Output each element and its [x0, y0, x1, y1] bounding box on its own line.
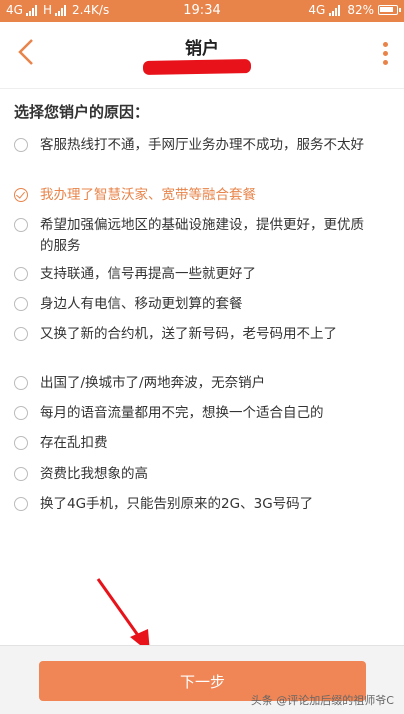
battery-percent: 82%	[347, 3, 374, 17]
reason-option-1[interactable]: 客服热线打不通，手网厅业务办理不成功，服务不太好	[14, 135, 390, 156]
reason-option-4[interactable]: 支持联通，信号再提高一些就更好了	[14, 264, 390, 285]
reason-label: 我办理了智慧沃家、宽带等融合套餐	[40, 187, 256, 203]
reason-option-8[interactable]: 每月的语音流量都用不完，想换一个适合自己的	[14, 403, 390, 424]
radio-icon[interactable]	[14, 376, 28, 390]
battery-icon	[378, 5, 401, 15]
more-button[interactable]	[380, 42, 390, 68]
reason-option-3[interactable]: 希望加强偏远地区的基础设施建设，提供更好，更优质的服务	[14, 215, 390, 257]
bottom-bar: 下一步 头条 @评论加后缀的祖师爷C	[0, 645, 404, 714]
checked-radio-icon[interactable]	[14, 188, 28, 202]
reason-prompt: 选择您销户的原因：	[14, 103, 150, 121]
redaction-mark	[142, 59, 252, 75]
reason-label: 资费比我想象的高	[40, 466, 148, 482]
reason-option-5[interactable]: 身边人有电信、移动更划算的套餐	[14, 294, 390, 315]
signal-icon-right	[329, 4, 343, 16]
reason-option-10[interactable]: 资费比我想象的高	[14, 464, 390, 485]
status-right: 4G 82%	[308, 3, 401, 17]
reason-option-11[interactable]: 换了4G手机，只能告别原来的2G、3G号码了	[14, 494, 390, 515]
reason-option-7[interactable]: 出国了/换城市了/两地奔波，无奈销户	[14, 373, 390, 394]
radio-icon[interactable]	[14, 497, 28, 511]
reason-label: 希望加强偏远地区的基础设施建设，提供更好，更优质的服务	[40, 217, 364, 254]
radio-icon[interactable]	[14, 267, 28, 281]
watermark: 头条 @评论加后缀的祖师爷C	[250, 694, 394, 707]
reason-label: 存在乱扣费	[40, 435, 108, 451]
reason-label: 又换了新的合约机，送了新号码，老号码用不上了	[40, 326, 337, 342]
network-type-right: 4G	[308, 3, 326, 17]
status-bar: 4G H 2.4K/s 19:34 4G 82%	[0, 0, 404, 22]
radio-icon[interactable]	[14, 138, 28, 152]
annotation-arrow-icon	[96, 578, 150, 653]
page-title: 销户	[185, 39, 219, 59]
radio-icon[interactable]	[14, 327, 28, 341]
reason-label: 换了4G手机，只能告别原来的2G、3G号码了	[40, 496, 314, 512]
reason-label: 出国了/换城市了/两地奔波，无奈销户	[40, 375, 266, 391]
radio-icon[interactable]	[14, 467, 28, 481]
reason-label: 每月的语音流量都用不完，想换一个适合自己的	[40, 405, 324, 421]
reason-option-2[interactable]: 我办理了智慧沃家、宽带等融合套餐	[14, 185, 390, 206]
reason-label: 支持联通，信号再提高一些就更好了	[40, 266, 256, 282]
radio-icon[interactable]	[14, 406, 28, 420]
reason-list: 选择您销户的原因： 客服热线打不通，手网厅业务办理不成功，服务不太好 我办理了智…	[0, 89, 404, 644]
radio-icon[interactable]	[14, 218, 28, 232]
reason-option-6[interactable]: 又换了新的合约机，送了新号码，老号码用不上了	[14, 324, 390, 345]
radio-icon[interactable]	[14, 436, 28, 450]
reason-option-9[interactable]: 存在乱扣费	[14, 433, 390, 454]
radio-icon[interactable]	[14, 297, 28, 311]
reason-label: 身边人有电信、移动更划算的套餐	[40, 296, 243, 312]
reason-label: 客服热线打不通，手网厅业务办理不成功，服务不太好	[40, 137, 364, 153]
more-dot	[382, 51, 388, 56]
more-dot	[382, 60, 388, 65]
more-dot	[382, 42, 388, 47]
app-header: 销户	[0, 22, 404, 89]
